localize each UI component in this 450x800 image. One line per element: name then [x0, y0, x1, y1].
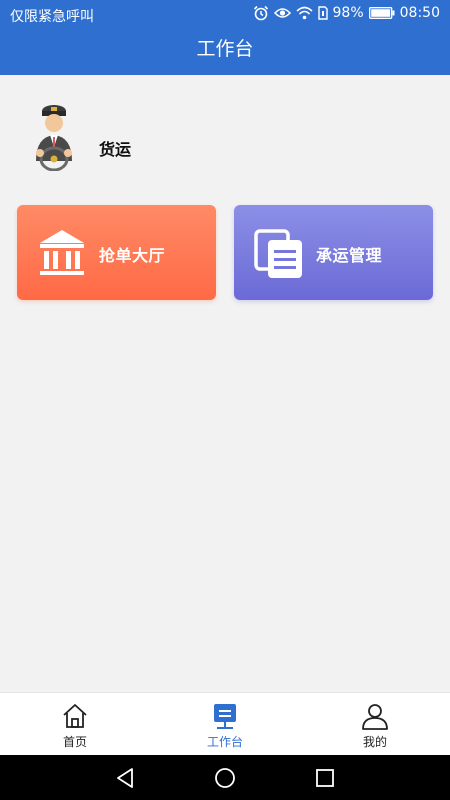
carrier-management-label: 承运管理	[316, 246, 383, 265]
bottom-nav: 首页 工作台 我的	[0, 692, 450, 755]
app-header: 工作台	[0, 30, 450, 75]
grab-orders-hall-card[interactable]: 抢单大厅	[17, 205, 216, 300]
battery-percent: 98%	[332, 5, 364, 21]
page-title: 工作台	[196, 38, 254, 60]
documents-icon	[254, 229, 302, 278]
nav-label-workbench: 工作台	[206, 735, 243, 749]
user-icon	[362, 704, 388, 730]
nav-item-home[interactable]: 首页	[0, 693, 150, 756]
wifi-icon	[295, 6, 313, 20]
carrier-text: 仅限紧急呼叫	[10, 9, 94, 25]
status-icons: 98% 08:50	[253, 5, 440, 21]
nav-label-mine: 我的	[362, 735, 387, 749]
profile-name: 货运	[99, 140, 132, 159]
home-icon	[63, 704, 87, 728]
battery-icon	[368, 7, 395, 19]
grab-orders-label: 抢单大厅	[99, 246, 166, 265]
driver-avatar-icon	[36, 105, 72, 171]
home-circle-icon[interactable]	[214, 767, 236, 789]
system-nav-bar	[0, 755, 450, 800]
alarm-icon	[253, 5, 268, 21]
workbench-icon	[214, 704, 236, 729]
nav-item-workbench[interactable]: 工作台	[150, 693, 300, 756]
back-icon[interactable]	[114, 767, 136, 789]
status-time: 08:50	[399, 5, 440, 21]
status-bar: 仅限紧急呼叫 98% 08:50	[0, 0, 450, 30]
nav-label-home: 首页	[62, 735, 87, 749]
nav-item-mine[interactable]: 我的	[300, 693, 450, 756]
carrier-management-card[interactable]: 承运管理	[234, 205, 433, 300]
hall-building-icon	[40, 230, 84, 275]
recents-icon[interactable]	[314, 767, 336, 789]
eye-icon	[273, 8, 291, 18]
sim-icon	[317, 6, 328, 20]
profile-section: 货运	[0, 75, 450, 195]
